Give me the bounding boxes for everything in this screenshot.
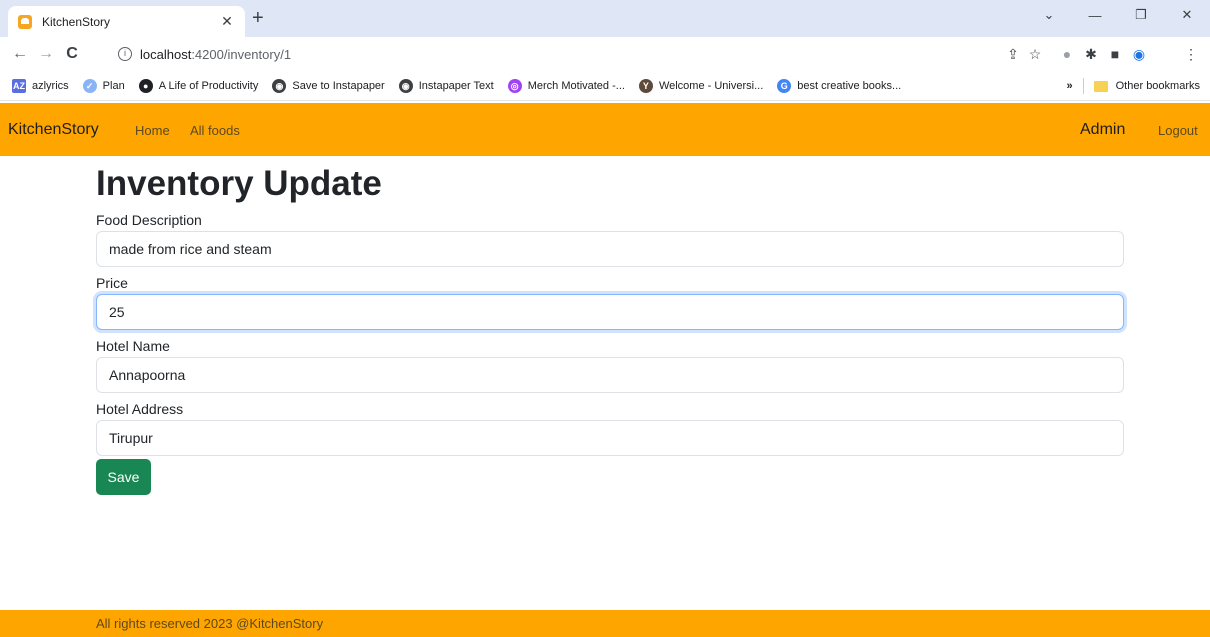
azlyrics-icon: AZ — [12, 78, 26, 93]
browser-tab-strip: KitchenStory ✕ + ⌄ — ❐ ✕ — [0, 0, 1210, 37]
nav-link-all-foods[interactable]: All foods — [190, 123, 240, 138]
app-footer: All rights reserved 2023 @KitchenStory — [0, 610, 1210, 637]
tab-search-icon[interactable]: ⌄ — [1026, 0, 1072, 30]
forward-icon[interactable]: → — [36, 44, 56, 64]
address-bar[interactable]: i localhost:4200/inventory/1 — [108, 41, 1048, 67]
close-window-icon[interactable]: ✕ — [1164, 0, 1210, 30]
menu-icon[interactable]: ⋮ — [1182, 45, 1200, 63]
merch-icon: ◎ — [507, 78, 522, 93]
extension-icon[interactable]: ● — [1058, 45, 1076, 63]
restore-icon[interactable]: ❐ — [1118, 0, 1164, 30]
bookmark-plan[interactable]: ✓ Plan — [82, 78, 125, 93]
save-button[interactable]: Save — [96, 459, 151, 495]
site-info-icon[interactable]: i — [118, 47, 132, 61]
inventory-form: Inventory Update Food Description Price … — [96, 156, 1124, 495]
hotel-name-input[interactable] — [96, 357, 1124, 393]
bookmarks-divider — [1082, 78, 1084, 94]
food-description-label: Food Description — [96, 212, 202, 228]
bookmark-label: Plan — [102, 79, 125, 92]
bookmark-label: Save to Instapaper — [292, 79, 385, 92]
productivity-icon: ● — [138, 78, 153, 93]
folder-icon — [1093, 80, 1108, 92]
bookmarks-overflow-icon[interactable]: » — [1067, 80, 1073, 92]
browser-tab[interactable]: KitchenStory ✕ — [8, 6, 245, 37]
logout-link[interactable]: Logout — [1158, 123, 1198, 138]
tab-favicon-icon — [18, 14, 32, 29]
food-description-input[interactable] — [96, 231, 1124, 267]
bookmark-label: azlyrics — [32, 79, 69, 92]
brand-link[interactable]: KitchenStory — [8, 121, 99, 139]
bookmark-best-creative-books[interactable]: Gbest creative books... — [777, 78, 902, 93]
reload-icon[interactable]: C — [62, 44, 82, 64]
window-controls: ⌄ — ❐ ✕ — [1026, 0, 1210, 30]
bookmark-merch-motivated[interactable]: ◎ Merch Motivated -... — [507, 78, 625, 93]
new-tab-icon[interactable]: + — [252, 8, 264, 28]
bookmark-label: Instapaper Text — [418, 79, 494, 92]
tab-title: KitchenStory — [42, 14, 111, 29]
back-icon[interactable]: ← — [10, 44, 30, 64]
bookmark-label: best creative books... — [797, 79, 902, 92]
bookmarks-bar: AZ azlyrics ✓ Plan ● A Life of Productivity… — [0, 71, 1210, 101]
bookmarks-right: » Other bookmarks — [1067, 71, 1200, 101]
bookmark-label: Welcome - Universi... — [658, 79, 764, 92]
page-title: Inventory Update — [96, 164, 382, 203]
extensions-puzzle-icon[interactable]: ✱ — [1082, 45, 1100, 63]
bookmark-star-icon[interactable]: ☆ — [1026, 45, 1044, 63]
hotel-name-label: Hotel Name — [96, 338, 170, 354]
app-navbar: KitchenStory Home All foods Admin Logout — [0, 103, 1210, 156]
instapaper-icon: ◉ — [272, 78, 287, 93]
bookmark-label: Merch Motivated -... — [527, 79, 625, 92]
browser-toolbar: ← → C i localhost:4200/inventory/1 ⇪ ☆ ●… — [0, 37, 1210, 71]
nav-link-home[interactable]: Home — [135, 123, 170, 138]
profile-avatar-icon[interactable]: ◉ — [1130, 45, 1148, 63]
instapaper-text-icon: ◉ — [398, 78, 413, 93]
url-host: localhost — [140, 46, 192, 62]
url-path: :4200/inventory/1 — [191, 46, 292, 62]
side-panel-icon[interactable]: ■ — [1106, 45, 1124, 63]
minimize-icon[interactable]: — — [1072, 0, 1118, 30]
price-label: Price — [96, 275, 128, 291]
hotel-address-input[interactable] — [96, 420, 1124, 456]
price-input[interactable] — [96, 294, 1124, 330]
footer-text: All rights reserved 2023 @KitchenStory — [96, 616, 324, 631]
bookmark-azlyrics[interactable]: AZ azlyrics — [12, 78, 69, 93]
share-icon[interactable]: ⇪ — [1004, 45, 1022, 63]
admin-label: Admin — [1080, 121, 1126, 138]
google-icon: G — [777, 78, 792, 93]
bookmark-life-of-productivity[interactable]: ● A Life of Productivity — [138, 78, 259, 93]
hotel-address-label: Hotel Address — [96, 401, 184, 417]
bookmark-save-to-instapaper[interactable]: ◉ Save to Instapaper — [272, 78, 385, 93]
bookmark-welcome-university[interactable]: Y Welcome - Universi... — [638, 78, 764, 93]
close-tab-icon[interactable]: ✕ — [219, 13, 235, 30]
university-icon: Y — [638, 78, 653, 93]
other-bookmarks[interactable]: Other bookmarks — [1116, 80, 1200, 92]
bookmark-label: A Life of Productivity — [158, 79, 259, 92]
bookmark-instapaper-text[interactable]: ◉ Instapaper Text — [398, 78, 494, 93]
plan-icon: ✓ — [82, 78, 97, 93]
